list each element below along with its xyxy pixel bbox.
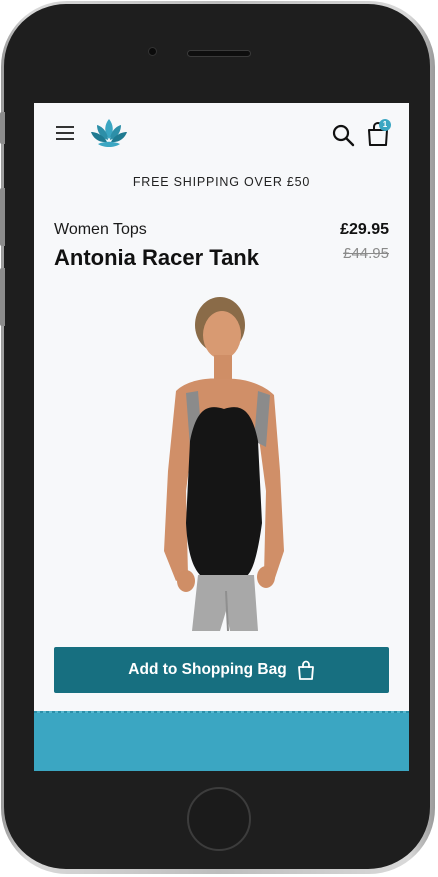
volume-down-button bbox=[0, 268, 5, 326]
cart-count-badge: 1 bbox=[379, 119, 391, 131]
home-button[interactable] bbox=[187, 787, 251, 851]
front-camera bbox=[148, 47, 157, 56]
footer-banner bbox=[34, 713, 409, 771]
hamburger-menu-icon[interactable] bbox=[56, 125, 74, 141]
add-to-bag-label: Add to Shopping Bag bbox=[128, 661, 287, 678]
product-original-price: £44.95 bbox=[343, 245, 389, 262]
product-title: Antonia Racer Tank bbox=[54, 245, 259, 270]
mute-switch bbox=[0, 112, 5, 144]
search-icon[interactable] bbox=[331, 123, 355, 147]
phone-frame: 1 FREE SHIPPING OVER £50 Women Tops Anto… bbox=[0, 0, 438, 877]
product-category[interactable]: Women Tops bbox=[54, 221, 147, 239]
product-image[interactable] bbox=[146, 291, 306, 631]
product-price: £29.95 bbox=[340, 221, 389, 238]
earpiece-speaker bbox=[187, 50, 251, 57]
product-page: 1 FREE SHIPPING OVER £50 Women Tops Anto… bbox=[34, 103, 409, 711]
free-shipping-banner: FREE SHIPPING OVER £50 bbox=[132, 175, 311, 189]
site-header: 1 bbox=[34, 103, 409, 163]
screen: 1 FREE SHIPPING OVER £50 Women Tops Anto… bbox=[34, 103, 409, 771]
add-to-bag-button[interactable]: Add to Shopping Bag bbox=[54, 647, 389, 693]
lotus-logo-icon[interactable] bbox=[90, 117, 128, 151]
volume-up-button bbox=[0, 188, 5, 246]
shopping-bag-icon bbox=[297, 660, 314, 680]
